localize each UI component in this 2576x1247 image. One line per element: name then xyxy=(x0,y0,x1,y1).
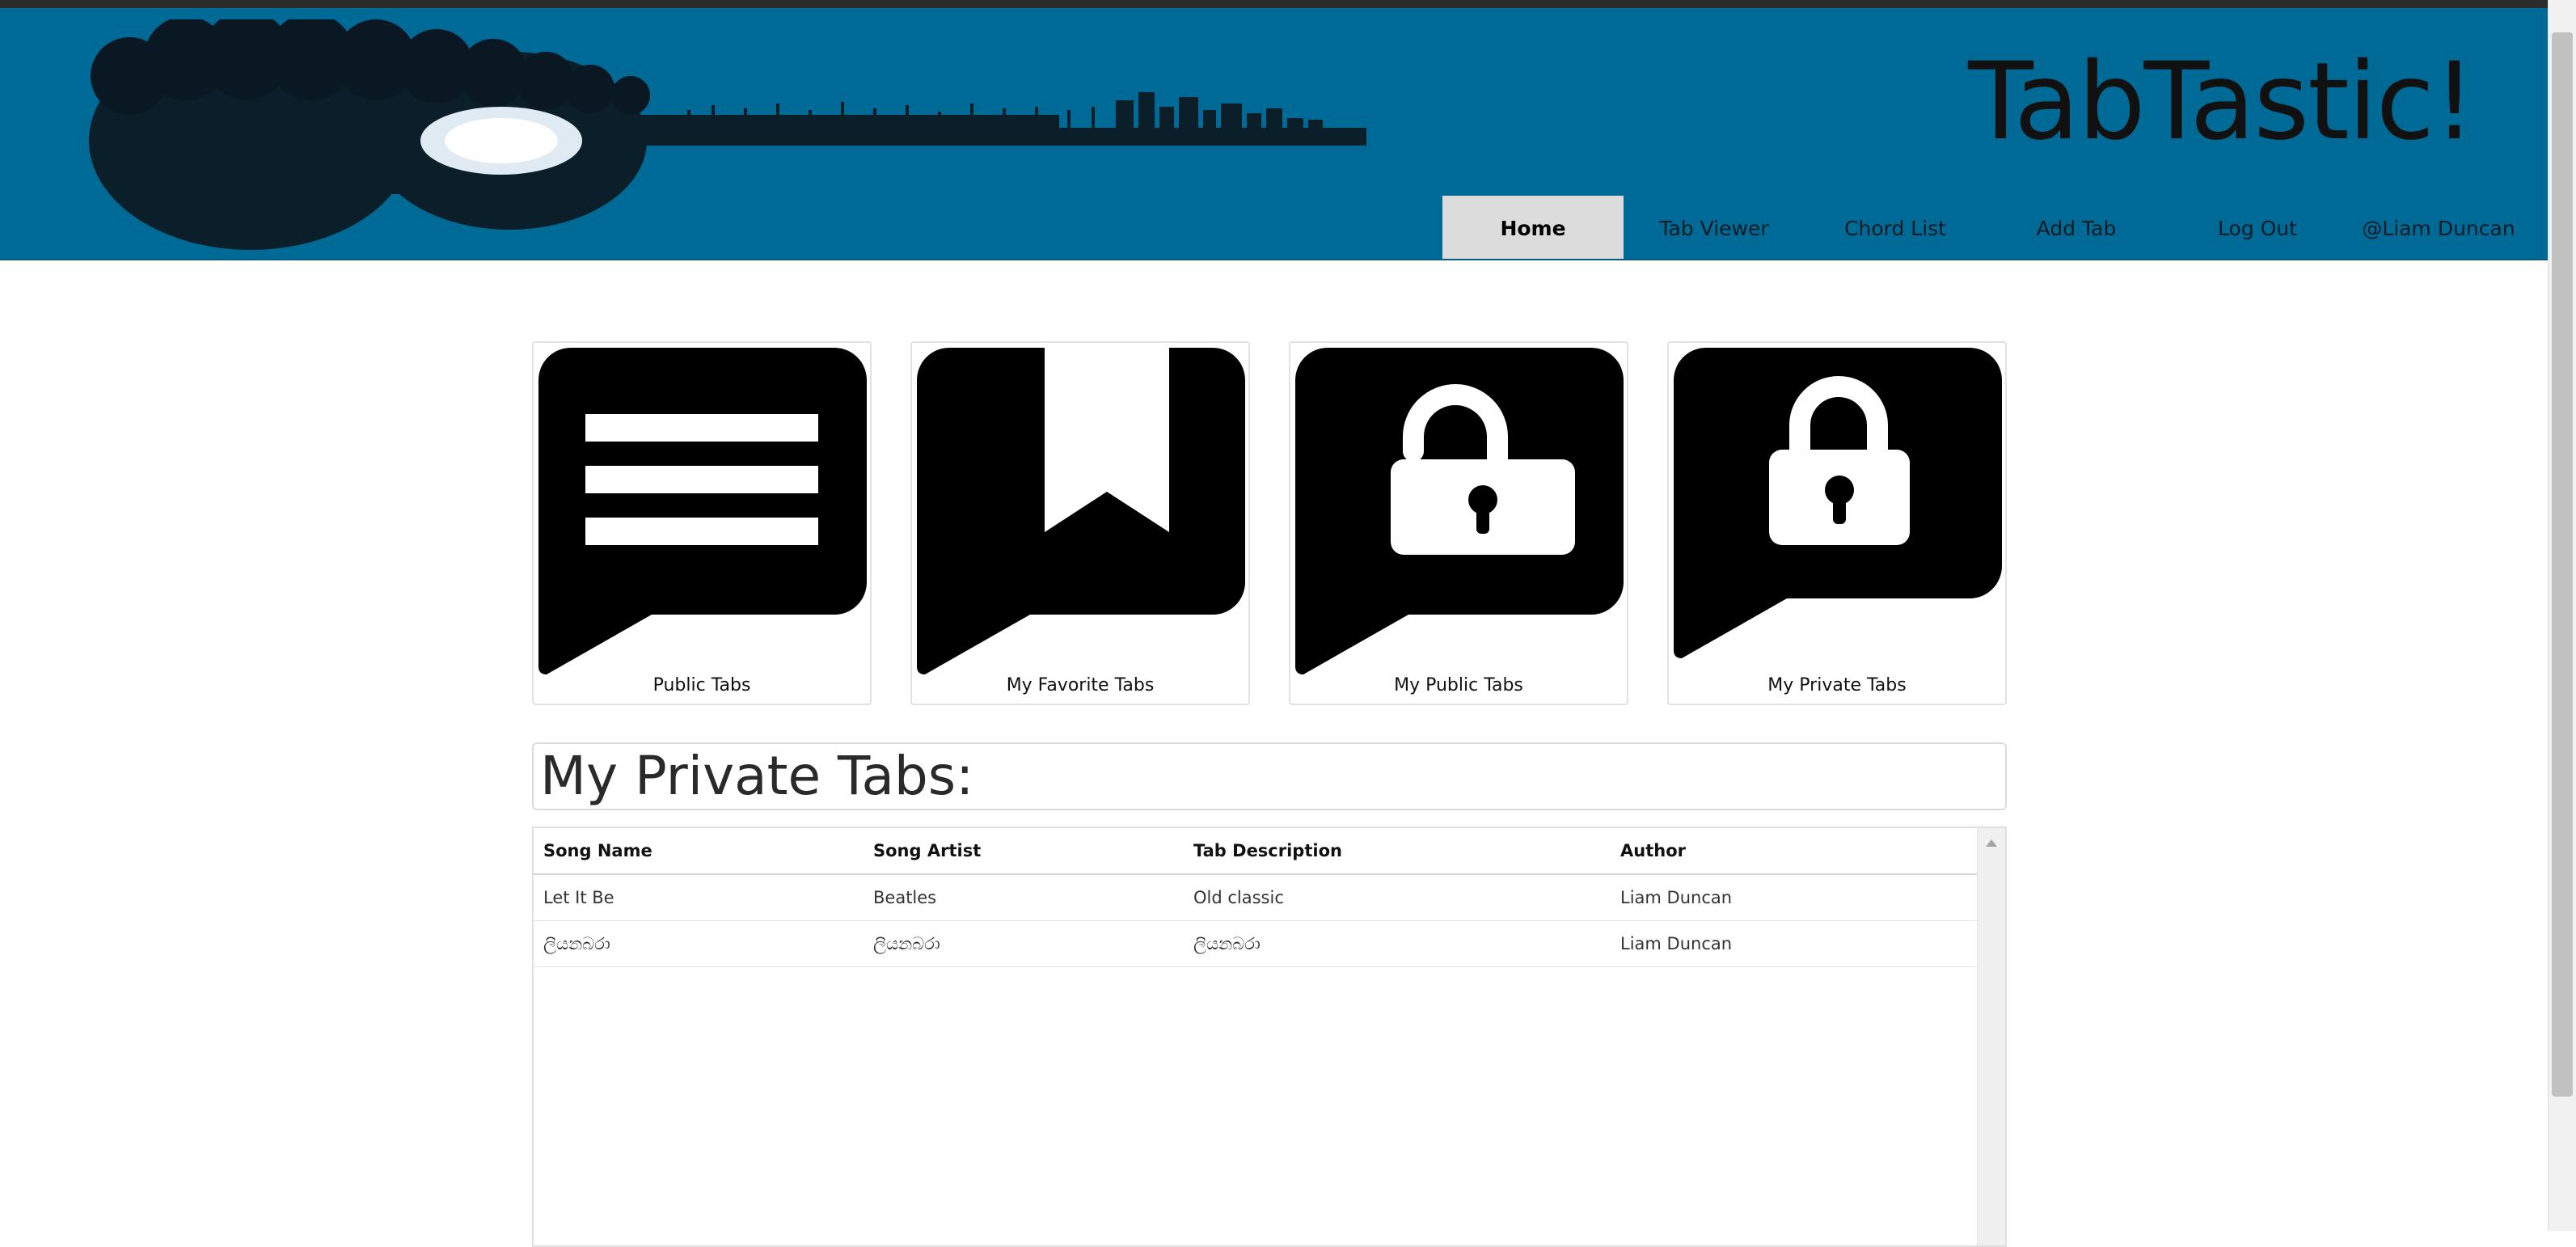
column-header-song-name[interactable]: Song Name xyxy=(543,828,652,873)
page-scrollbar[interactable] xyxy=(2548,0,2576,1231)
cell-song-name: ලියනබරා xyxy=(543,933,610,953)
private-tabs-table: Song Name Song Artist Tab Description Au… xyxy=(532,826,2007,1247)
card-label-my-public-tabs: My Public Tabs xyxy=(1394,675,1523,695)
cell-tab-description: Old classic xyxy=(1193,888,1284,907)
column-header-author[interactable]: Author xyxy=(1620,828,1686,873)
column-header-tab-description[interactable]: Tab Description xyxy=(1193,828,1342,873)
nav-home[interactable]: Home xyxy=(1442,196,1624,259)
table-scrollbar[interactable] xyxy=(1977,828,2005,1245)
cell-tab-description: ලියනබරා xyxy=(1193,933,1261,953)
bookmark-speech-bubble-icon xyxy=(917,348,1245,674)
cell-song-artist: ලියනබරා xyxy=(873,933,940,953)
cell-song-artist: Beatles xyxy=(873,888,937,907)
card-label-public-tabs: Public Tabs xyxy=(652,675,751,695)
cell-author: Liam Duncan xyxy=(1620,934,1733,953)
table-row[interactable]: ලියනබරා ලියනබරා ලියනබරා Liam Duncan xyxy=(534,921,1978,967)
column-header-song-artist[interactable]: Song Artist xyxy=(873,828,981,873)
tab-category-cards: Public Tabs My Favorite Tabs My Public T… xyxy=(532,341,2008,705)
nav-user-profile[interactable]: @Liam Duncan xyxy=(2348,196,2529,259)
page-scrollbar-thumb[interactable] xyxy=(2552,32,2573,1097)
nav-add-tab[interactable]: Add Tab xyxy=(1986,196,2167,259)
nav-chord-list[interactable]: Chord List xyxy=(1805,196,1986,259)
site-header: TabTastic! Home Tab Viewer Chord List Ad… xyxy=(0,8,2549,260)
card-label-my-private-tabs: My Private Tabs xyxy=(1767,675,1907,695)
list-speech-bubble-icon xyxy=(538,348,867,674)
main-nav: Home Tab Viewer Chord List Add Tab Log O… xyxy=(1442,196,2529,259)
site-brand-title: TabTastic! xyxy=(1968,40,2476,164)
browser-top-strip xyxy=(0,0,2576,8)
card-label-my-favorite-tabs: My Favorite Tabs xyxy=(1006,675,1155,695)
nav-log-out[interactable]: Log Out xyxy=(2167,196,2348,259)
guitar-landscape-banner xyxy=(89,19,1366,250)
table-header-row: Song Name Song Artist Tab Description Au… xyxy=(534,828,1978,875)
card-my-favorite-tabs[interactable]: My Favorite Tabs xyxy=(910,341,1250,705)
locked-speech-bubble-icon xyxy=(1674,348,2002,658)
card-my-public-tabs[interactable]: My Public Tabs xyxy=(1289,341,1628,705)
card-public-tabs[interactable]: Public Tabs xyxy=(532,341,872,705)
scroll-up-arrow-icon[interactable] xyxy=(1986,839,1997,847)
unlocked-speech-bubble-icon xyxy=(1295,348,1624,674)
nav-tab-viewer[interactable]: Tab Viewer xyxy=(1624,196,1805,259)
card-my-private-tabs[interactable]: My Private Tabs xyxy=(1667,341,2007,705)
cell-author: Liam Duncan xyxy=(1620,888,1733,907)
table-body: Song Name Song Artist Tab Description Au… xyxy=(534,828,1978,1245)
cell-song-name: Let It Be xyxy=(543,888,614,907)
table-row[interactable]: Let It Be Beatles Old classic Liam Dunca… xyxy=(534,875,1978,921)
section-title: My Private Tabs: xyxy=(532,742,2007,810)
